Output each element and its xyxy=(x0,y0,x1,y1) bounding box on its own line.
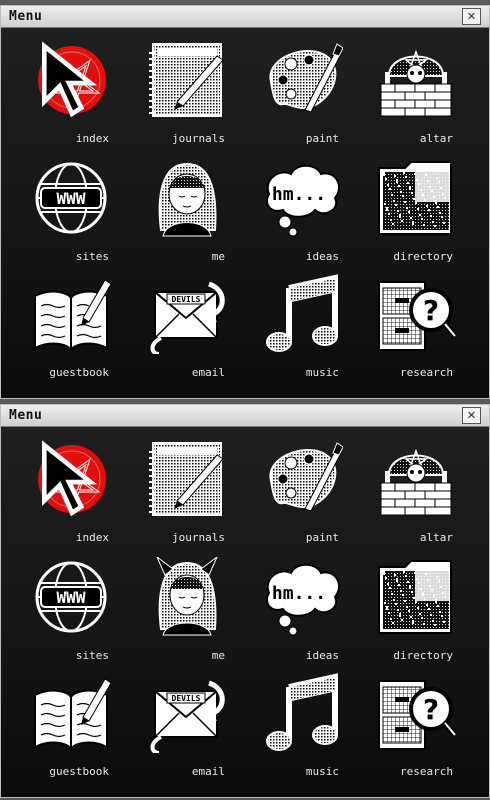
svg-text:DEVILS: DEVILS xyxy=(172,694,201,703)
menu-item-label: journals xyxy=(172,531,225,544)
title-bar[interactable]: Menu ✕ xyxy=(1,405,489,427)
svg-text:?: ? xyxy=(423,693,439,726)
menu-item-me[interactable]: me xyxy=(121,152,233,270)
open-book-icon xyxy=(34,279,112,352)
palette-icon xyxy=(269,43,343,113)
folder-icon xyxy=(378,560,452,634)
menu-item-label: altar xyxy=(419,531,453,544)
menu-item-paint[interactable]: paint xyxy=(235,34,347,152)
menu-item-label: ideas xyxy=(305,250,339,263)
menu-item-label: sites xyxy=(75,250,109,263)
icon-grid: index journals paint altar WWW sites me … xyxy=(1,427,490,797)
folder-icon xyxy=(378,161,452,235)
menu-item-directory[interactable]: directory xyxy=(349,551,461,669)
close-icon: ✕ xyxy=(467,407,476,423)
avatar-girl-icon xyxy=(158,162,217,237)
menu-item-label: paint xyxy=(305,132,339,145)
avatar-devil-girl-icon xyxy=(156,557,218,636)
menu-item-research[interactable]: ? research xyxy=(349,268,461,386)
menu-item-label: email xyxy=(191,366,225,379)
menu-item-label: music xyxy=(305,765,339,778)
menu-item-ideas[interactable]: hm... ideas xyxy=(235,152,347,270)
menu-item-music[interactable]: music xyxy=(235,667,347,785)
menu-item-label: me xyxy=(211,250,225,263)
music-note-icon xyxy=(266,673,338,751)
close-button[interactable]: ✕ xyxy=(462,8,481,25)
file-cabinet-magnifier-icon: ? xyxy=(378,680,457,750)
envelope-icon: DEVILS xyxy=(150,281,225,354)
title-bar[interactable]: Menu ✕ xyxy=(1,6,489,28)
window-title: Menu xyxy=(9,9,43,24)
menu-item-me[interactable]: me xyxy=(121,551,233,669)
svg-text:WWW: WWW xyxy=(57,588,86,607)
thought-bubble-icon: hm... xyxy=(265,563,340,636)
menu-item-label: index xyxy=(75,132,109,145)
close-icon: ✕ xyxy=(467,8,476,24)
altar-icon xyxy=(380,448,452,516)
menu-item-music[interactable]: music xyxy=(235,268,347,386)
menu-item-label: research xyxy=(400,366,453,379)
svg-text:WWW: WWW xyxy=(57,189,86,208)
notebook-icon xyxy=(149,43,224,117)
menu-item-altar[interactable]: altar xyxy=(349,433,461,551)
menu-item-altar[interactable]: altar xyxy=(349,34,461,152)
menu-item-sites[interactable]: WWW sites xyxy=(5,551,117,669)
altar-icon xyxy=(380,49,452,117)
menu-item-label: directory xyxy=(393,649,453,662)
menu-item-ideas[interactable]: hm... ideas xyxy=(235,551,347,669)
music-note-icon xyxy=(266,274,338,352)
menu-item-label: guestbook xyxy=(49,366,109,379)
menu-item-paint[interactable]: paint xyxy=(235,433,347,551)
menu-item-label: email xyxy=(191,765,225,778)
menu-window: Menu ✕ index journals paint altar WWW si… xyxy=(0,404,490,798)
menu-item-directory[interactable]: directory xyxy=(349,152,461,270)
window-title: Menu xyxy=(9,408,43,423)
file-cabinet-magnifier-icon: ? xyxy=(378,281,457,351)
globe-www-icon: WWW xyxy=(35,162,107,234)
thought-bubble-icon: hm... xyxy=(265,164,340,237)
svg-text:hm...: hm... xyxy=(272,184,326,205)
menu-item-email[interactable]: DEVILS email xyxy=(121,268,233,386)
menu-item-label: music xyxy=(305,366,339,379)
menu-item-journals[interactable]: journals xyxy=(121,34,233,152)
menu-item-label: research xyxy=(400,765,453,778)
menu-item-label: altar xyxy=(419,132,453,145)
menu-item-label: guestbook xyxy=(49,765,109,778)
envelope-icon: DEVILS xyxy=(150,680,225,753)
menu-item-guestbook[interactable]: guestbook xyxy=(5,268,117,386)
menu-item-journals[interactable]: journals xyxy=(121,433,233,551)
menu-item-index[interactable]: index xyxy=(5,34,117,152)
palette-icon xyxy=(269,442,343,512)
menu-item-guestbook[interactable]: guestbook xyxy=(5,667,117,785)
menu-item-label: journals xyxy=(172,132,225,145)
svg-text:DEVILS: DEVILS xyxy=(172,295,201,304)
mouse-cursor-icon xyxy=(42,41,98,118)
menu-item-label: index xyxy=(75,531,109,544)
globe-www-icon: WWW xyxy=(35,561,107,633)
svg-text:hm...: hm... xyxy=(272,583,326,604)
menu-item-email[interactable]: DEVILS email xyxy=(121,667,233,785)
close-button[interactable]: ✕ xyxy=(462,407,481,424)
menu-item-label: sites xyxy=(75,649,109,662)
open-book-icon xyxy=(34,678,112,751)
menu-item-label: ideas xyxy=(305,649,339,662)
menu-window: Menu ✕ index journals paint altar WWW si… xyxy=(0,5,490,399)
svg-text:?: ? xyxy=(423,294,439,327)
menu-item-research[interactable]: ? research xyxy=(349,667,461,785)
menu-item-index[interactable]: index xyxy=(5,433,117,551)
menu-item-label: paint xyxy=(305,531,339,544)
notebook-icon xyxy=(149,442,224,516)
menu-item-sites[interactable]: WWW sites xyxy=(5,152,117,270)
menu-item-label: directory xyxy=(393,250,453,263)
icon-grid: index journals paint altar WWW sites me … xyxy=(1,28,490,398)
menu-item-label: me xyxy=(211,649,225,662)
mouse-cursor-icon xyxy=(42,440,98,517)
